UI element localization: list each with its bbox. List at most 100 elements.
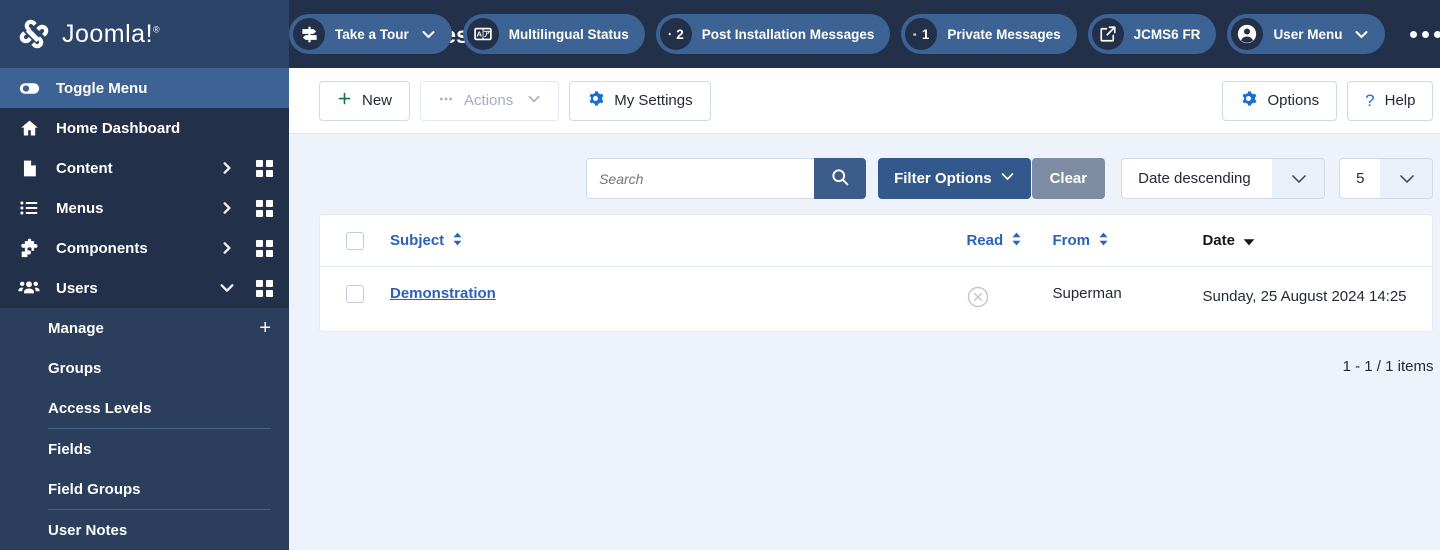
- column-header-label: From: [1052, 232, 1090, 249]
- header-pill-site-link[interactable]: JCMS6 FR: [1087, 14, 1217, 54]
- ellipsis-icon[interactable]: [1410, 30, 1440, 38]
- chevron-down-icon: [527, 92, 541, 110]
- my-settings-button[interactable]: My Settings: [569, 80, 711, 121]
- sidebar-item-home-dashboard[interactable]: Home Dashboard: [0, 108, 289, 148]
- ordering-select[interactable]: Date descending: [1121, 158, 1326, 199]
- header-pill-label: User Menu: [1273, 26, 1343, 42]
- sidebar-item-components[interactable]: Components: [0, 228, 289, 268]
- circle-x-icon[interactable]: [966, 285, 990, 313]
- search-group: [586, 158, 867, 199]
- messages-table: Subject Read From Date Demonstration Sup…: [320, 215, 1433, 331]
- language-card-icon: Aア: [466, 18, 499, 50]
- message-subject-link[interactable]: Demonstration: [390, 285, 496, 302]
- users-icon: [18, 277, 40, 299]
- chevron-down-icon[interactable]: [1354, 27, 1369, 42]
- my-settings-button-label: My Settings: [614, 92, 693, 109]
- sidebar-subitem-field-groups[interactable]: Field Groups: [0, 469, 289, 509]
- signpost-icon: [293, 18, 325, 50]
- column-header-subject[interactable]: Subject: [366, 215, 963, 268]
- header-pill-label: Post Installation Messages: [701, 26, 875, 42]
- content-area: Filter Options Clear Date descending 5: [289, 134, 1440, 550]
- sidebar-subitem-access-levels[interactable]: Access Levels: [0, 388, 289, 428]
- grid-dashboard-icon[interactable]: [253, 159, 275, 177]
- column-header-label: Date: [1202, 232, 1235, 250]
- header-pill-count: 1: [921, 26, 930, 42]
- chevron-down-icon[interactable]: [1272, 159, 1325, 198]
- sidebar-subitem-groups[interactable]: Groups: [0, 348, 289, 388]
- plus-icon: [337, 91, 352, 110]
- row-from-cell: Superman: [1052, 285, 1122, 303]
- chevron-down-icon[interactable]: [421, 27, 436, 42]
- svg-text:ア: ア: [483, 30, 491, 39]
- row-select-cell: [320, 267, 366, 331]
- table-body: Demonstration Superman Sunday, 25 August…: [320, 267, 1432, 331]
- brand-logo-area[interactable]: Joomla!®: [0, 0, 289, 68]
- chevron-right-icon[interactable]: [217, 201, 237, 215]
- options-button[interactable]: Options: [1222, 80, 1338, 121]
- sidebar-subitem-label: Manage: [48, 319, 104, 337]
- select-all-checkbox[interactable]: [346, 232, 364, 251]
- sidebar-subitem-fields[interactable]: Fields: [0, 429, 289, 469]
- toolbar: New Actions My Settings Options ? Help: [289, 68, 1440, 134]
- sidebar-item-menus[interactable]: Menus: [0, 188, 289, 228]
- column-header-date[interactable]: Date: [1202, 215, 1433, 268]
- bell-icon-with-count: 2: [659, 18, 692, 50]
- header-pill-post-installation-messages[interactable]: 2 Post Installation Messages: [655, 14, 891, 54]
- sidebar-item-label: Users: [56, 279, 98, 297]
- sidebar-subitem-label: Fields: [48, 440, 92, 458]
- search-submit-button[interactable]: [814, 158, 867, 199]
- toggle-menu-button[interactable]: Toggle Menu: [0, 68, 289, 108]
- header-pill-label: Take a Tour: [335, 26, 409, 42]
- user-circle-icon: [1231, 18, 1264, 50]
- sidebar-item-users[interactable]: Users: [0, 268, 289, 308]
- sort-both-icon: [1011, 232, 1022, 250]
- column-header-label: Read: [966, 232, 1004, 249]
- messages-table-card: Subject Read From Date Demonstration Sup…: [319, 214, 1434, 333]
- new-button[interactable]: New: [319, 80, 411, 121]
- filter-bar: Filter Options Clear Date descending 5: [319, 134, 1434, 214]
- header-pill-private-messages[interactable]: 1 Private Messages: [901, 14, 1077, 54]
- help-button[interactable]: ? Help: [1347, 80, 1434, 121]
- external-link-icon: [1091, 18, 1124, 50]
- clear-filters-button[interactable]: Clear: [1031, 158, 1106, 199]
- row-checkbox[interactable]: [346, 285, 364, 304]
- list-limit-select[interactable]: 5: [1339, 158, 1434, 199]
- sidebar-item-content[interactable]: Content: [0, 148, 289, 188]
- magnifier-icon: [830, 167, 850, 190]
- toggle-menu-label: Toggle Menu: [56, 79, 148, 97]
- sort-both-icon: [1098, 232, 1109, 250]
- joomla-logo-icon: [14, 14, 54, 54]
- clear-button-label: Clear: [1049, 170, 1088, 187]
- grid-dashboard-icon[interactable]: [253, 199, 275, 217]
- column-header-from[interactable]: From: [1052, 215, 1203, 268]
- toggle-switch-icon: [18, 78, 40, 99]
- sidebar-subitem-user-notes[interactable]: User Notes: [0, 510, 289, 550]
- sidebar-submenu-users: Manage + Groups Access Levels Fields Fie…: [0, 308, 289, 550]
- filter-options-button[interactable]: Filter Options: [878, 158, 1031, 199]
- chevron-right-icon[interactable]: [217, 161, 237, 175]
- header-pill-user-menu[interactable]: User Menu: [1227, 14, 1386, 54]
- sort-both-icon: [452, 232, 463, 250]
- grid-dashboard-icon[interactable]: [253, 239, 275, 257]
- row-read-cell: [962, 267, 1052, 331]
- sidebar-subitem-manage[interactable]: Manage +: [0, 308, 289, 348]
- search-input[interactable]: [586, 158, 815, 199]
- brand-trademark: ®: [153, 24, 161, 35]
- grid-dashboard-icon[interactable]: [253, 279, 275, 297]
- new-button-label: New: [362, 92, 393, 109]
- header-pill-take-a-tour[interactable]: Take a Tour: [289, 14, 452, 54]
- header-pill-count: 2: [676, 26, 684, 42]
- chevron-down-icon[interactable]: [217, 280, 237, 296]
- table-row: Demonstration Superman Sunday, 25 August…: [320, 267, 1432, 331]
- header-pill-multilingual-status[interactable]: Aア Multilingual Status: [462, 14, 645, 54]
- chevron-down-icon[interactable]: [1380, 159, 1433, 198]
- ellipsis-icon: [438, 91, 454, 111]
- plus-icon[interactable]: +: [259, 318, 271, 338]
- sidebar-item-label: Menus: [56, 199, 104, 217]
- column-header-label: Subject: [390, 232, 445, 249]
- chevron-right-icon[interactable]: [217, 241, 237, 255]
- sidebar-item-label: Content: [56, 159, 113, 177]
- document-icon: [18, 159, 40, 178]
- column-header-read[interactable]: Read: [962, 215, 1053, 268]
- actions-button[interactable]: Actions: [420, 80, 560, 121]
